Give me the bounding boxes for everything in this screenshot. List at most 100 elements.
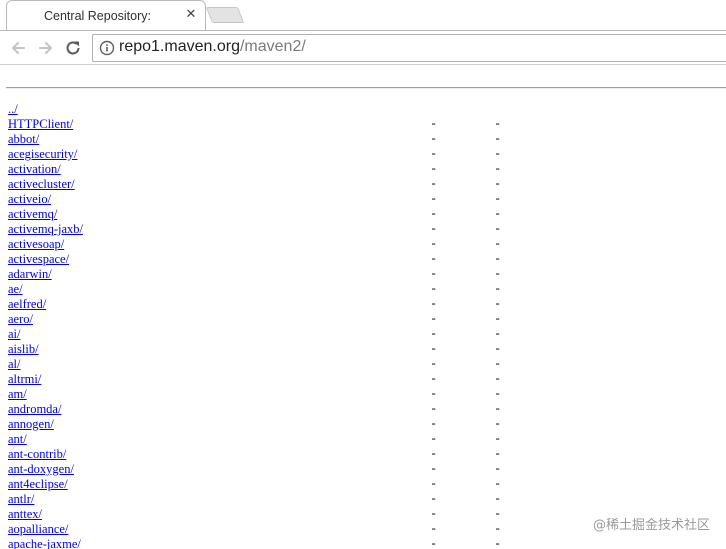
directory-link[interactable]: apache-jaxme/ (8, 537, 81, 549)
list-item: ant4eclipse/ - - (8, 477, 708, 492)
info-circle-icon[interactable] (99, 40, 115, 56)
list-item: ae/ - - (8, 282, 708, 297)
file-size: - (494, 222, 502, 236)
modified-date: - (430, 162, 438, 176)
directory-link[interactable]: HTTPClient/ (8, 117, 73, 132)
list-item: ant-contrib/ - - (8, 447, 708, 462)
modified-date: - (430, 507, 438, 521)
modified-date: - (430, 237, 438, 251)
file-size: - (494, 447, 502, 461)
list-item: altrmi/ - - (8, 372, 708, 387)
list-item: antlr/ - - (8, 492, 708, 507)
modified-date: - (430, 492, 438, 506)
list-item: am/ - - (8, 387, 708, 402)
directory-link[interactable]: activemq/ (8, 207, 57, 222)
file-size: - (494, 162, 502, 176)
list-item: activesoap/ - - (8, 237, 708, 252)
directory-link[interactable]: acegisecurity/ (8, 147, 77, 162)
directory-link[interactable]: aopalliance/ (8, 522, 68, 537)
modified-date: - (430, 402, 438, 416)
file-size: - (494, 402, 502, 416)
reload-button[interactable] (62, 37, 84, 59)
back-button[interactable] (7, 37, 29, 59)
modified-date: - (430, 387, 438, 401)
directory-link[interactable]: am/ (8, 387, 27, 402)
directory-link[interactable]: activespace/ (8, 252, 69, 267)
directory-link[interactable]: aelfred/ (8, 297, 46, 312)
directory-link[interactable]: activation/ (8, 162, 61, 177)
forward-button[interactable] (35, 37, 57, 59)
list-item: ant/ - - (8, 432, 708, 447)
directory-link[interactable]: aero/ (8, 312, 33, 327)
file-size: - (494, 267, 502, 281)
file-size: - (494, 282, 502, 296)
list-item: activation/ - - (8, 162, 708, 177)
list-item: activemq-jaxb/ - - (8, 222, 708, 237)
modified-date: - (430, 297, 438, 311)
modified-date: - (430, 207, 438, 221)
directory-link[interactable]: andromda/ (8, 402, 61, 417)
parent-directory-link[interactable]: ../ (8, 102, 18, 117)
modified-date: - (430, 477, 438, 491)
directory-link[interactable]: adarwin/ (8, 267, 52, 282)
tab-central-repository[interactable]: Central Repository: ✕ (6, 0, 206, 31)
browser-toolbar: repo1.maven.org/maven2/ (0, 30, 726, 65)
modified-date: - (430, 462, 438, 476)
url-path: /maven2/ (239, 38, 306, 55)
list-item: ant-doxygen/ - - (8, 462, 708, 477)
modified-date: - (430, 192, 438, 206)
list-item: ../ (8, 102, 708, 117)
modified-date: - (430, 222, 438, 236)
list-item: ai/ - - (8, 327, 708, 342)
file-size: - (494, 192, 502, 206)
modified-date: - (430, 117, 438, 131)
directory-link[interactable]: al/ (8, 357, 21, 372)
directory-link[interactable]: abbot/ (8, 132, 39, 147)
directory-link[interactable]: activeio/ (8, 192, 51, 207)
list-item: andromda/ - - (8, 402, 708, 417)
file-size: - (494, 462, 502, 476)
modified-date: - (430, 132, 438, 146)
directory-link[interactable]: ai/ (8, 327, 21, 342)
new-tab-button[interactable] (205, 7, 245, 23)
tab-close-icon[interactable]: ✕ (183, 7, 199, 23)
watermark: @稀土掘金技术社区 (592, 518, 710, 533)
list-item: activecluster/ - - (8, 177, 708, 192)
directory-link[interactable]: ant-contrib/ (8, 447, 66, 462)
file-size: - (494, 522, 502, 536)
url-host: repo1.maven.org (119, 38, 240, 55)
address-bar[interactable]: repo1.maven.org/maven2/ (92, 34, 726, 62)
directory-link[interactable]: aislib/ (8, 342, 39, 357)
file-size: - (494, 432, 502, 446)
page-content: ../ HTTPClient/- - abbot/- - acegisecurity/-… (0, 65, 726, 549)
address-url: repo1.maven.org/maven2/ (119, 38, 306, 56)
file-size: - (494, 417, 502, 431)
directory-link[interactable]: ant/ (8, 432, 27, 447)
directory-link[interactable]: anttex/ (8, 507, 42, 522)
modified-date: - (430, 432, 438, 446)
directory-link[interactable]: activesoap/ (8, 237, 64, 252)
directory-link[interactable]: ant4eclipse/ (8, 477, 68, 492)
directory-link[interactable]: ae/ (8, 282, 23, 297)
file-size: - (494, 357, 502, 371)
file-size: - (494, 372, 502, 386)
directory-link[interactable]: antlr/ (8, 492, 34, 507)
modified-date: - (430, 327, 438, 341)
file-size: - (494, 537, 502, 549)
list-item: activemq/ - - (8, 207, 708, 222)
directory-link[interactable]: annogen/ (8, 417, 54, 432)
modified-date: - (430, 522, 438, 536)
file-size: - (494, 117, 502, 131)
directory-link[interactable]: ant-doxygen/ (8, 462, 74, 477)
tab-strip: Central Repository: ✕ (0, 0, 726, 31)
list-item: adarwin/ - - (8, 267, 708, 282)
list-item: abbot/ - - (8, 132, 708, 147)
file-size: - (494, 387, 502, 401)
modified-date: - (430, 177, 438, 191)
modified-date: - (430, 417, 438, 431)
modified-date: - (430, 282, 438, 296)
directory-link[interactable]: activemq-jaxb/ (8, 222, 83, 237)
directory-link[interactable]: activecluster/ (8, 177, 75, 192)
list-item: aislib/ - - (8, 342, 708, 357)
directory-link[interactable]: altrmi/ (8, 372, 41, 387)
